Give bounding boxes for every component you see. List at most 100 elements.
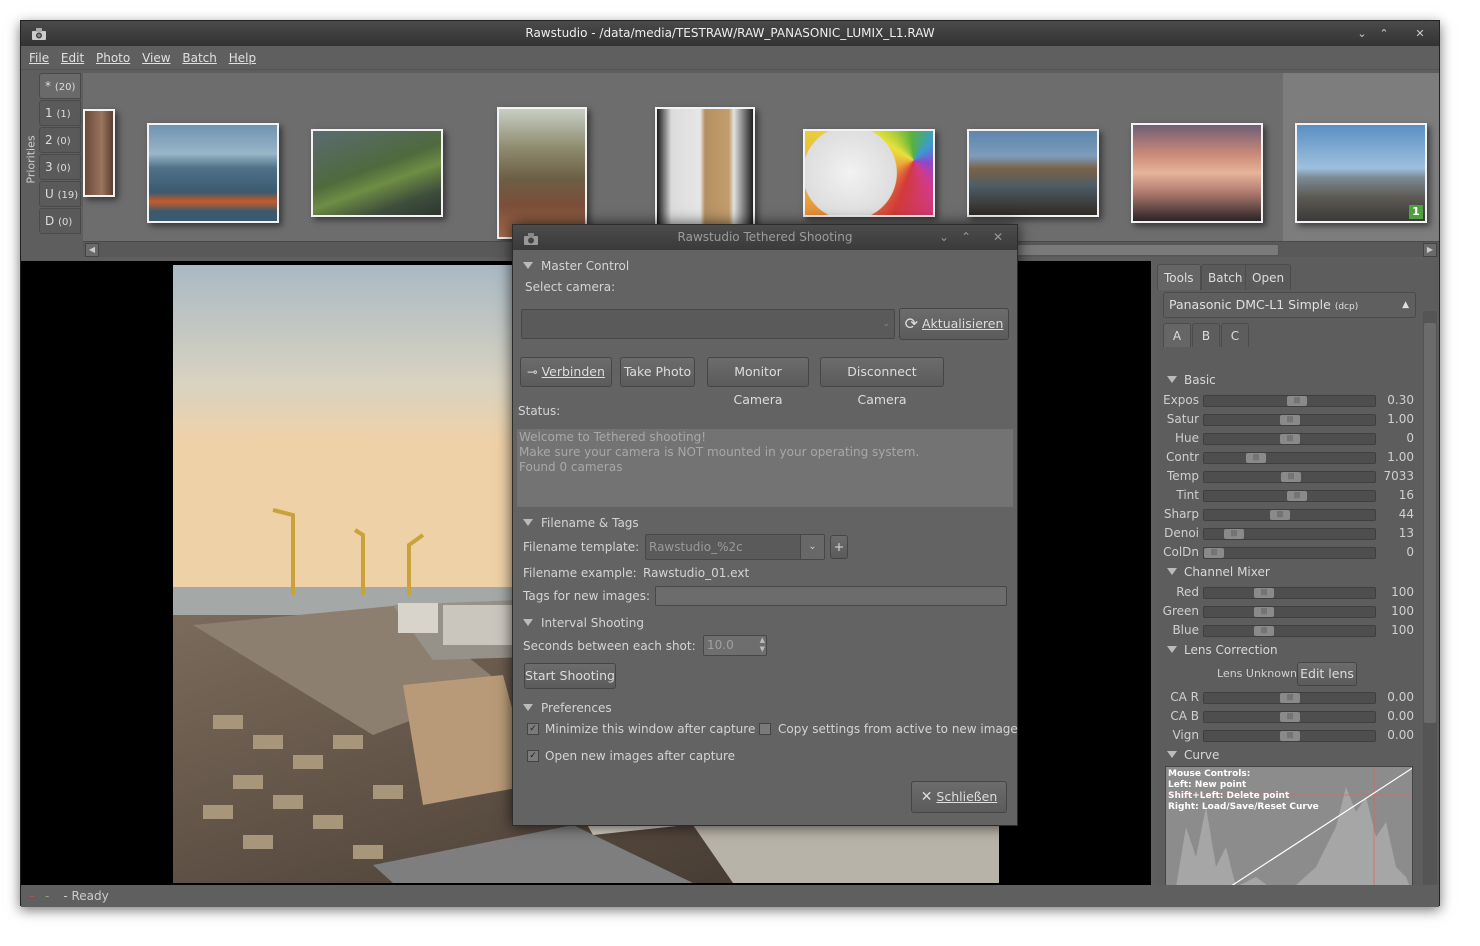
tags-label: Tags for new images: bbox=[523, 589, 650, 603]
tab-tools[interactable]: Tools bbox=[1157, 264, 1201, 290]
thumbnail[interactable] bbox=[1131, 123, 1263, 223]
menu-edit[interactable]: Edit bbox=[61, 46, 84, 70]
tools-scrollbar[interactable] bbox=[1423, 311, 1437, 887]
priority-tab-2[interactable]: 2 (0) bbox=[39, 127, 81, 153]
slider-handle[interactable]: ||| bbox=[1280, 434, 1300, 444]
stepper-arrows-icon[interactable]: ▲ ▼ bbox=[760, 636, 765, 654]
scroll-right-icon[interactable]: ▶ bbox=[1423, 243, 1437, 257]
slider-handle[interactable]: ||| bbox=[1287, 396, 1307, 406]
slider-track[interactable]: ||| bbox=[1203, 490, 1376, 502]
curve-editor[interactable]: Mouse Controls: Left: New point Shift+Le… bbox=[1165, 766, 1413, 904]
section-interval-shooting[interactable]: Interval Shooting bbox=[523, 616, 644, 630]
start-shooting-button[interactable]: Start Shooting bbox=[524, 663, 616, 689]
thumbnail[interactable] bbox=[147, 123, 279, 223]
slider-track[interactable]: ||| bbox=[1203, 547, 1376, 559]
slider-track[interactable]: ||| bbox=[1203, 528, 1376, 540]
slider-handle[interactable]: ||| bbox=[1254, 588, 1274, 598]
copy-settings-checkbox[interactable] bbox=[759, 723, 771, 735]
slider-handle[interactable]: ||| bbox=[1254, 626, 1274, 636]
open-new-images-label: Open new images after capture bbox=[545, 749, 736, 763]
menu-file[interactable]: File bbox=[29, 46, 49, 70]
priority-tab-unprioritized[interactable]: U (19) bbox=[39, 181, 81, 207]
slider-value: 44 bbox=[1398, 507, 1414, 521]
tab-snapshot-b[interactable]: B bbox=[1192, 323, 1220, 347]
seconds-stepper[interactable]: 10.0 ▲ ▼ bbox=[703, 635, 767, 656]
chevron-down-icon[interactable]: ⌄ bbox=[800, 535, 824, 559]
thumbnail-selected[interactable]: 1 bbox=[1295, 123, 1427, 223]
slider-handle[interactable]: ||| bbox=[1224, 529, 1244, 539]
refresh-button[interactable]: ⟳ Aktualisieren bbox=[899, 308, 1009, 340]
priority-tab-all[interactable]: * (20) bbox=[39, 73, 81, 99]
slider-track[interactable]: ||| bbox=[1203, 509, 1376, 521]
disconnect-camera-button[interactable]: Disconnect Camera bbox=[820, 357, 944, 407]
status-text: - Ready bbox=[63, 889, 109, 903]
slider-handle[interactable]: ||| bbox=[1246, 453, 1266, 463]
slider-handle[interactable]: ||| bbox=[1254, 607, 1274, 617]
scrollbar-thumb[interactable] bbox=[1013, 244, 1279, 256]
slider-handle[interactable]: ||| bbox=[1287, 491, 1307, 501]
priority-tab-deleted[interactable]: D (0) bbox=[39, 208, 81, 234]
slider-handle[interactable]: ||| bbox=[1280, 712, 1300, 722]
thumbnail[interactable] bbox=[83, 109, 115, 197]
slider-track[interactable]: ||| bbox=[1203, 711, 1376, 723]
close-icon[interactable]: ✕ bbox=[993, 225, 1003, 249]
slider-track[interactable]: ||| bbox=[1203, 692, 1376, 704]
priority-tab-1[interactable]: 1 (1) bbox=[39, 100, 81, 126]
open-new-images-checkbox[interactable]: ✓ bbox=[527, 750, 539, 762]
minimize-icon[interactable]: ⌄ bbox=[1351, 22, 1373, 46]
tags-input[interactable] bbox=[655, 586, 1007, 606]
tab-batch[interactable]: Batch bbox=[1201, 264, 1250, 290]
slider-handle[interactable]: ||| bbox=[1204, 548, 1224, 558]
connect-button[interactable]: ⊸ Verbinden bbox=[520, 357, 612, 387]
thumbnail[interactable] bbox=[497, 107, 587, 239]
edit-lens-button[interactable]: Edit lens bbox=[1297, 662, 1357, 686]
add-tag-button[interactable]: + bbox=[830, 535, 848, 559]
slider-track[interactable]: ||| bbox=[1203, 625, 1376, 637]
menu-help[interactable]: Help bbox=[229, 46, 256, 70]
tab-snapshot-c[interactable]: C bbox=[1221, 323, 1249, 347]
slider-track[interactable]: ||| bbox=[1203, 395, 1376, 407]
section-lens-correction[interactable]: Lens Correction bbox=[1167, 643, 1278, 657]
thumbnail[interactable] bbox=[311, 129, 443, 217]
monitor-camera-button[interactable]: Monitor Camera bbox=[707, 357, 809, 407]
slider-handle[interactable]: ||| bbox=[1281, 472, 1301, 482]
slider-handle[interactable]: ||| bbox=[1280, 693, 1300, 703]
section-curve[interactable]: Curve bbox=[1167, 748, 1219, 762]
minimize-icon[interactable]: ⌄ bbox=[939, 225, 949, 249]
slider-track[interactable]: ||| bbox=[1203, 433, 1376, 445]
scrollbar-thumb[interactable] bbox=[1424, 323, 1436, 723]
thumbnail[interactable] bbox=[803, 129, 935, 217]
minimize-after-capture-checkbox[interactable]: ✓ bbox=[527, 723, 539, 735]
camera-select[interactable]: ⌄ bbox=[521, 309, 895, 339]
tab-snapshot-a[interactable]: A bbox=[1163, 323, 1191, 347]
slider-track[interactable]: ||| bbox=[1203, 452, 1376, 464]
slider-handle[interactable]: ||| bbox=[1270, 510, 1290, 520]
menu-photo[interactable]: Photo bbox=[96, 46, 130, 70]
close-dialog-button[interactable]: ✕ Schließen bbox=[911, 781, 1007, 813]
filename-template-input[interactable]: Rawstudio_%2c ⌄ bbox=[645, 534, 825, 560]
slider-track[interactable]: ||| bbox=[1203, 730, 1376, 742]
thumbnail[interactable] bbox=[967, 129, 1099, 217]
section-filename-tags[interactable]: Filename & Tags bbox=[523, 516, 639, 530]
maximize-icon[interactable]: ⌃ bbox=[961, 225, 971, 249]
thumbnail[interactable] bbox=[655, 107, 755, 239]
scroll-left-icon[interactable]: ◀ bbox=[85, 243, 99, 257]
slider-track[interactable]: ||| bbox=[1203, 471, 1376, 483]
section-master-control[interactable]: Master Control bbox=[523, 259, 629, 273]
section-preferences[interactable]: Preferences bbox=[523, 701, 612, 715]
take-photo-button[interactable]: Take Photo bbox=[620, 357, 695, 387]
menu-batch[interactable]: Batch bbox=[182, 46, 217, 70]
slider-track[interactable]: ||| bbox=[1203, 414, 1376, 426]
slider-track[interactable]: ||| bbox=[1203, 587, 1376, 599]
tab-open[interactable]: Open bbox=[1245, 264, 1292, 290]
slider-track[interactable]: ||| bbox=[1203, 606, 1376, 618]
priority-tab-3[interactable]: 3 (0) bbox=[39, 154, 81, 180]
camera-profile-select[interactable]: Panasonic DMC-L1 Simple (dcp) ▲ bbox=[1163, 292, 1416, 318]
section-channel-mixer[interactable]: Channel Mixer bbox=[1167, 565, 1270, 579]
slider-handle[interactable]: ||| bbox=[1280, 731, 1300, 741]
section-basic[interactable]: Basic bbox=[1167, 373, 1216, 387]
slider-handle[interactable]: ||| bbox=[1280, 415, 1300, 425]
close-icon[interactable]: ✕ bbox=[1409, 22, 1431, 46]
maximize-icon[interactable]: ⌃ bbox=[1373, 22, 1395, 46]
menu-view[interactable]: View bbox=[142, 46, 170, 70]
